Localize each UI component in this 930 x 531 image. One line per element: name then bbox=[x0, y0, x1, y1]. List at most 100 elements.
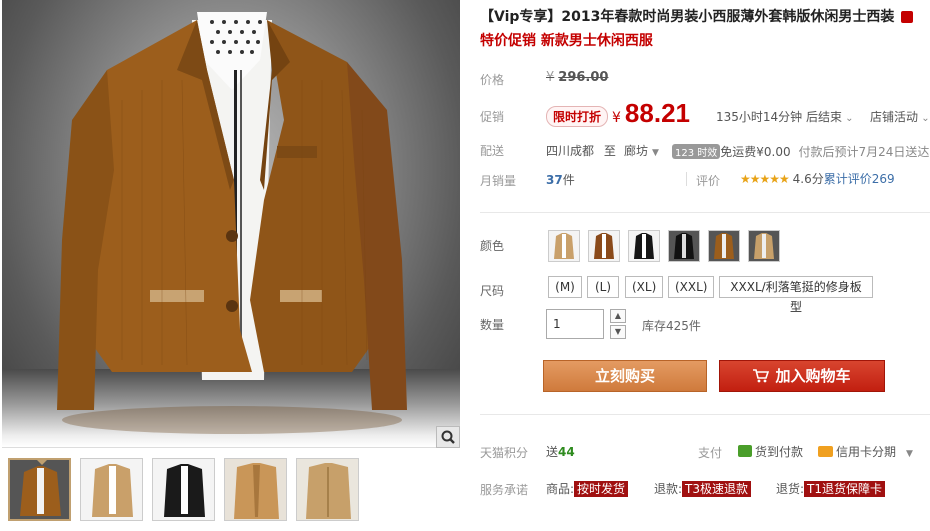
service-refund[interactable]: 退款: T3极速退款 bbox=[654, 480, 752, 497]
sales-count: 37件 bbox=[546, 171, 575, 188]
size-option-m[interactable]: (M) bbox=[548, 276, 582, 298]
chevron-down-icon: ⌄ bbox=[842, 113, 854, 124]
installment-option[interactable]: 信用卡分期 ▼ bbox=[818, 443, 913, 460]
points-label: 天猫积分 bbox=[480, 446, 529, 460]
arrow-down-icon: ▼ bbox=[614, 327, 622, 336]
shop-activity-dropdown[interactable]: 店铺活动 ⌄ bbox=[870, 108, 930, 125]
installment-text: 信用卡分期 bbox=[836, 445, 897, 459]
rating-stars: ★★★★★ bbox=[740, 172, 790, 186]
service-return[interactable]: 退货: T1退货保障卡 bbox=[776, 480, 886, 497]
service-goods-label: 商品: bbox=[546, 482, 575, 496]
caret-down-icon: ▼ bbox=[906, 449, 913, 459]
service-refund-tag: T3极速退款 bbox=[682, 481, 752, 497]
credit-card-icon bbox=[818, 446, 833, 457]
service-goods[interactable]: 商品: 按时发货 bbox=[546, 480, 629, 497]
thumbnail-5[interactable] bbox=[296, 458, 359, 521]
original-price: ¥296.00 bbox=[546, 70, 608, 85]
jacket-illustration bbox=[57, 12, 407, 434]
sales-unit: 件 bbox=[562, 173, 575, 187]
color-swatch-black[interactable] bbox=[628, 230, 660, 262]
service-refund-label: 退款: bbox=[654, 482, 683, 496]
active-thumb-arrow bbox=[36, 460, 48, 465]
shipping-eta: 付款后预计7月24日送达 bbox=[798, 145, 930, 159]
quantity-decrease[interactable]: ▼ bbox=[610, 325, 626, 339]
shop-activity-text: 店铺活动 bbox=[870, 110, 919, 124]
arrow-up-icon: ▲ bbox=[614, 311, 622, 320]
add-to-cart-button[interactable]: 加入购物车 bbox=[719, 360, 885, 392]
size-label: 尺码 bbox=[480, 284, 505, 298]
magnifier-icon bbox=[441, 430, 455, 444]
size-option-xxxl[interactable]: XXXL/利落笔挺的修身板型 bbox=[719, 276, 873, 314]
ship-from: 四川成都 bbox=[546, 144, 595, 158]
thumbnail-strip bbox=[8, 458, 359, 521]
shipping-label: 配送 bbox=[480, 144, 505, 158]
color-swatch-camel[interactable] bbox=[548, 230, 580, 262]
promo-badge: 限时打折 bbox=[546, 106, 609, 127]
zoom-button[interactable] bbox=[436, 426, 460, 448]
currency-symbol: ¥ bbox=[546, 70, 555, 85]
thumbnail-4[interactable] bbox=[224, 458, 287, 521]
color-swatch-black-dark[interactable] bbox=[668, 230, 700, 262]
divider bbox=[686, 172, 687, 186]
review-count: 累计评价269 bbox=[823, 172, 895, 186]
thumbnail-2[interactable] bbox=[80, 458, 143, 521]
cod-text: 货到付款 bbox=[755, 445, 804, 459]
product-subtitle: 特价促销 新款男士休闲西服 bbox=[480, 33, 653, 49]
promo-badge-text: 限时打折 bbox=[546, 106, 609, 127]
points-info: 送44 bbox=[546, 443, 575, 460]
caret-down-icon: ▼ bbox=[652, 148, 659, 158]
shipping-fee: ¥0.00 bbox=[756, 145, 791, 159]
service-label: 服务承诺 bbox=[480, 483, 529, 497]
ship-to-word: 至 bbox=[603, 144, 616, 158]
original-price-value: 296.00 bbox=[558, 70, 609, 85]
quantity-label: 数量 bbox=[480, 318, 505, 332]
section-divider bbox=[480, 212, 930, 213]
quantity-input[interactable]: 1 bbox=[546, 309, 604, 339]
cod-option[interactable]: 货到付款 bbox=[738, 443, 803, 460]
cart-icon bbox=[753, 361, 770, 391]
color-swatch-brown[interactable] bbox=[588, 230, 620, 262]
stock-count: 库存425件 bbox=[642, 319, 701, 333]
service-return-tag: T1退货保障卡 bbox=[804, 481, 886, 497]
product-info-panel: 【Vip专享】2013年春款时尚男装小西服薄外套韩版休闲男士西装 特价促销 新款… bbox=[480, 0, 930, 531]
size-option-l[interactable]: (L) bbox=[587, 276, 619, 298]
rating-label: 评价 bbox=[696, 174, 721, 188]
chevron-down-icon: ⌄ bbox=[918, 113, 930, 124]
product-gallery bbox=[0, 0, 462, 531]
sales-label: 月销量 bbox=[480, 174, 517, 188]
color-swatch-orange-brown[interactable] bbox=[708, 230, 740, 262]
thumbnail-1[interactable] bbox=[8, 458, 71, 521]
shipping-fee-info: 123 时效 免运费¥0.00 付款后预计7月24日送达 bbox=[672, 143, 929, 160]
gift-icon bbox=[901, 11, 914, 23]
main-product-image[interactable] bbox=[2, 0, 460, 448]
rating-score: 4.6分 bbox=[792, 172, 824, 186]
free-shipping: 免运费 bbox=[720, 145, 757, 159]
ship-to-dropdown[interactable]: 廊坊 ▼ bbox=[624, 142, 659, 159]
sales-count-value: 37 bbox=[546, 173, 563, 187]
color-label: 颜色 bbox=[480, 239, 505, 253]
price-label: 价格 bbox=[480, 73, 505, 87]
promo-currency: ¥ bbox=[612, 110, 621, 126]
promo-price-value: 88.21 bbox=[624, 98, 690, 128]
size-option-xxl[interactable]: (XXL) bbox=[668, 276, 714, 298]
product-title-text: 【Vip专享】2013年春款时尚男装小西服薄外套韩版休闲男士西装 bbox=[480, 9, 895, 25]
service-goods-tag: 按时发货 bbox=[574, 481, 629, 497]
add-to-cart-label: 加入购物车 bbox=[775, 367, 851, 385]
thumbnail-3[interactable] bbox=[152, 458, 215, 521]
pay-label: 支付 bbox=[698, 446, 723, 460]
promo-price: ¥88.21 bbox=[612, 98, 690, 129]
rating-info[interactable]: ★★★★★ 4.6分累计评价269 bbox=[740, 170, 895, 187]
hours-badge: 123 时效 bbox=[672, 144, 721, 159]
quantity-increase[interactable]: ▲ bbox=[610, 309, 626, 323]
countdown-text: 135小时14分钟 后结束 bbox=[716, 110, 842, 124]
promo-label: 促销 bbox=[480, 110, 505, 124]
service-return-label: 退货: bbox=[776, 482, 805, 496]
cod-icon bbox=[738, 445, 752, 457]
ship-to-city: 廊坊 bbox=[624, 144, 649, 158]
color-swatch-khaki[interactable] bbox=[748, 230, 780, 262]
promo-countdown[interactable]: 135小时14分钟 后结束 ⌄ bbox=[716, 108, 854, 125]
section-divider bbox=[480, 414, 930, 415]
buy-now-button[interactable]: 立刻购买 bbox=[543, 360, 707, 392]
points-amount: 44 bbox=[558, 445, 575, 459]
size-option-xl[interactable]: (XL) bbox=[625, 276, 663, 298]
